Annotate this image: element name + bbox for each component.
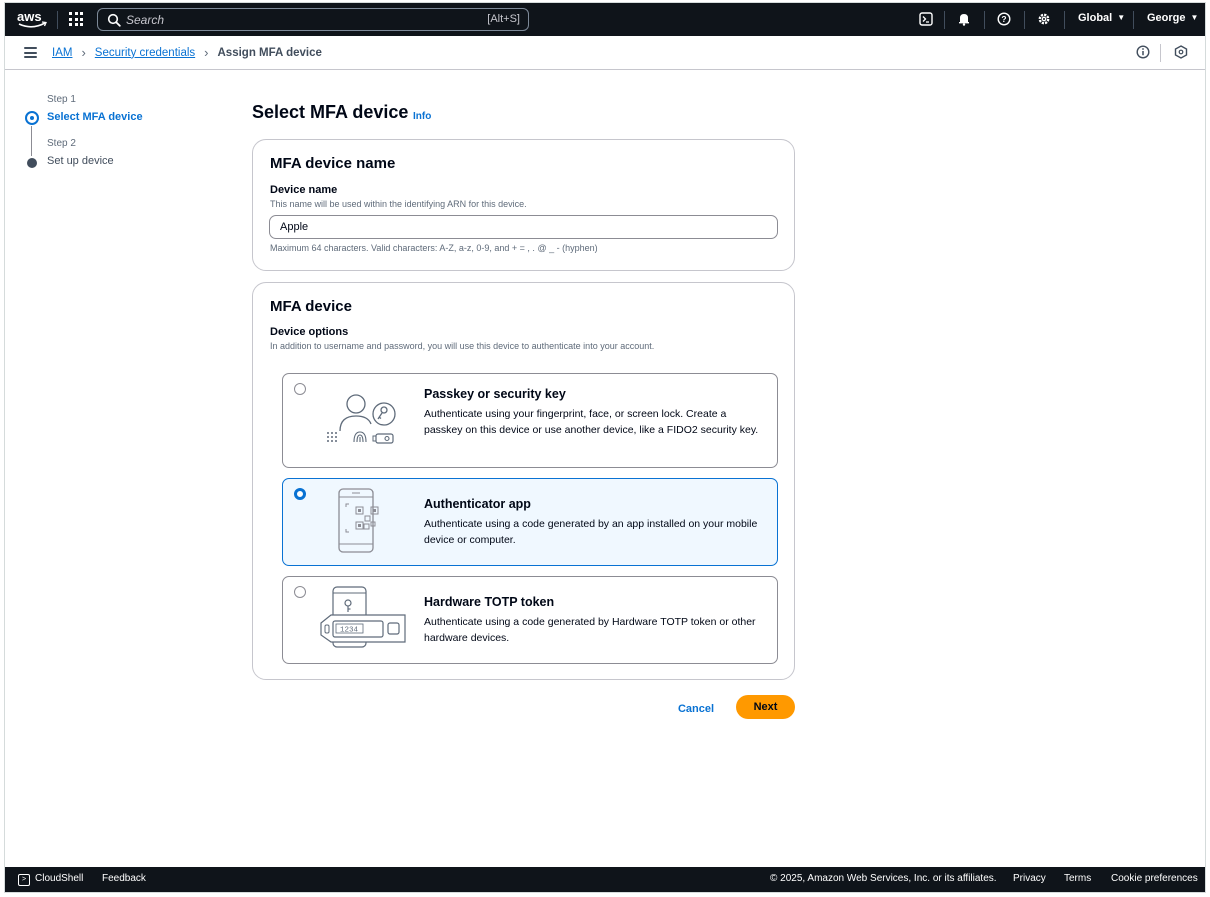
cloudshell-icon[interactable]: > xyxy=(18,874,30,886)
search-box[interactable]: [Alt+S] xyxy=(97,8,529,31)
device-name-input[interactable] xyxy=(269,215,778,239)
option-description: Authenticate using a code generated by H… xyxy=(424,616,756,644)
breadcrumb-bar: IAM › Security credentials › Assign MFA … xyxy=(5,36,1205,70)
token-display-digits: 1234 xyxy=(340,627,359,635)
nav-separator xyxy=(1064,11,1065,29)
caret-down-icon: ▼ xyxy=(1117,13,1126,22)
chevron-right-icon: › xyxy=(81,45,86,60)
menu-icon[interactable] xyxy=(24,47,37,58)
footer-privacy[interactable]: Privacy xyxy=(1013,873,1046,884)
breadcrumb: IAM › Security credentials › Assign MFA … xyxy=(52,46,322,59)
field-constraint: Maximum 64 characters. Valid characters:… xyxy=(270,243,598,253)
chevron-right-icon: › xyxy=(204,45,209,60)
option-description: Authenticate using a code generated by a… xyxy=(424,518,758,546)
browser-frame: aws [Alt+S] xyxy=(4,2,1206,893)
cancel-button[interactable]: Cancel xyxy=(673,698,719,720)
footer-copyright: © 2025, Amazon Web Services, Inc. or its… xyxy=(770,873,997,884)
hardware-token-illustration-icon: 1234 xyxy=(320,586,406,648)
wizard-steps: Step 1 Select MFA device Step 2 Set up d… xyxy=(25,93,225,181)
option-title: Passkey or security key xyxy=(424,387,566,401)
step-label: Select MFA device xyxy=(47,111,143,123)
footer: > CloudShell Feedback © 2025, Amazon Web… xyxy=(5,867,1205,892)
radio-authenticator-app[interactable] xyxy=(294,488,306,500)
footer-cookie-preferences[interactable]: Cookie preferences xyxy=(1111,873,1198,884)
field-description: In addition to username and password, yo… xyxy=(270,341,655,351)
services-grid-icon[interactable] xyxy=(69,12,83,26)
authenticator-app-illustration-icon xyxy=(338,488,379,553)
section-title: MFA device xyxy=(270,298,352,315)
step-1[interactable]: Step 1 Select MFA device xyxy=(25,93,225,156)
aws-logo-text: aws xyxy=(17,9,42,24)
breadcrumb-separator xyxy=(1160,44,1161,62)
option-title: Authenticator app xyxy=(424,497,531,511)
option-authenticator-app[interactable]: Authenticator app Authenticate using a c… xyxy=(282,478,778,566)
device-name-container: MFA device name Device name This name wi… xyxy=(252,139,795,271)
nav-separator xyxy=(944,11,945,29)
svg-text:?: ? xyxy=(1001,14,1006,24)
option-title: Hardware TOTP token xyxy=(424,595,555,609)
notifications-button[interactable] xyxy=(955,10,973,28)
account-menu[interactable]: George ▼ xyxy=(1147,12,1198,24)
nav-separator xyxy=(57,11,58,29)
hexagon-icon[interactable] xyxy=(1174,45,1188,59)
nav-separator xyxy=(984,11,985,29)
step-active-indicator xyxy=(25,111,39,125)
step-label: Set up device xyxy=(47,155,114,167)
search-icon xyxy=(107,13,121,27)
passkey-illustration-icon xyxy=(327,394,396,444)
mfa-device-container: MFA device Device options In addition to… xyxy=(252,282,795,680)
region-selector[interactable]: Global ▼ xyxy=(1078,12,1125,24)
field-label: Device options xyxy=(270,326,349,338)
radio-passkey[interactable] xyxy=(294,383,306,395)
search-shortcut-hint: [Alt+S] xyxy=(487,13,520,25)
page-title: Select MFA device xyxy=(252,102,409,122)
footer-cloudshell[interactable]: CloudShell xyxy=(35,873,83,884)
step-2: Step 2 Set up device xyxy=(25,137,225,181)
radio-hardware-totp[interactable] xyxy=(294,586,306,598)
step-number: Step 2 xyxy=(47,138,76,149)
cloudshell-button[interactable] xyxy=(917,10,935,28)
field-description: This name will be used within the identi… xyxy=(270,199,527,209)
user-name: George xyxy=(1147,12,1186,24)
section-title: MFA device name xyxy=(270,155,396,172)
next-button[interactable]: Next xyxy=(736,695,795,719)
field-label: Device name xyxy=(270,184,338,196)
info-link[interactable]: Info xyxy=(413,111,431,122)
bell-icon xyxy=(959,14,969,26)
footer-feedback[interactable]: Feedback xyxy=(102,873,146,884)
option-hardware-totp[interactable]: 1234 Hardware TOTP token Authenticate us… xyxy=(282,576,778,664)
gear-icon xyxy=(1038,13,1050,25)
search-input[interactable] xyxy=(126,11,426,28)
option-passkey[interactable]: Passkey or security key Authenticate usi… xyxy=(282,373,778,468)
breadcrumb-iam[interactable]: IAM xyxy=(52,47,72,59)
step-number: Step 1 xyxy=(47,94,76,105)
top-navigation: aws [Alt+S] xyxy=(5,3,1205,36)
option-description: Authenticate using your fingerprint, fac… xyxy=(424,408,759,436)
help-button[interactable]: ? xyxy=(995,10,1013,28)
settings-button[interactable] xyxy=(1035,10,1053,28)
info-icon[interactable] xyxy=(1136,45,1150,59)
aws-logo[interactable]: aws xyxy=(15,8,49,30)
cloudshell-icon xyxy=(919,12,933,26)
nav-separator xyxy=(1133,11,1134,29)
breadcrumb-security-credentials[interactable]: Security credentials xyxy=(95,47,195,59)
nav-separator xyxy=(1024,11,1025,29)
help-icon: ? xyxy=(997,12,1011,26)
region-label: Global xyxy=(1078,12,1113,24)
breadcrumb-current: Assign MFA device xyxy=(217,46,322,59)
caret-down-icon: ▼ xyxy=(1190,13,1199,22)
footer-terms[interactable]: Terms xyxy=(1064,873,1091,884)
step-inactive-indicator xyxy=(27,158,37,168)
